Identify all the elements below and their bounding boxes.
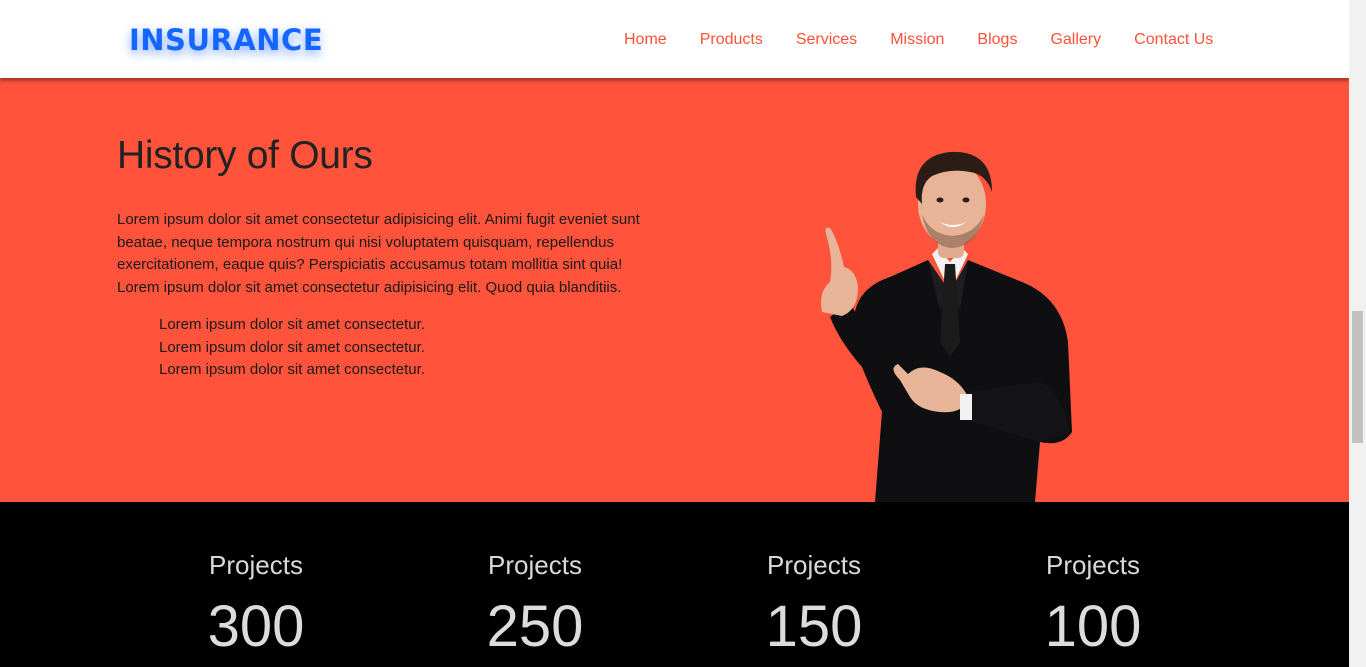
nav-link-services[interactable]: Services bbox=[796, 30, 857, 50]
brand-logo[interactable]: INSURANCE bbox=[129, 20, 323, 60]
history-list: Lorem ipsum dolor sit amet consectetur. … bbox=[159, 314, 425, 382]
stat-value: 250 bbox=[486, 594, 584, 659]
stat-value: 150 bbox=[765, 594, 863, 659]
stat-label: Projects bbox=[488, 550, 582, 580]
stat-label: Projects bbox=[209, 550, 303, 580]
businessman-image bbox=[821, 151, 1072, 502]
nav-link-products[interactable]: Products bbox=[700, 30, 763, 50]
history-paragraph: Lorem ipsum dolor sit amet consectetur a… bbox=[117, 211, 640, 296]
list-item: Lorem ipsum dolor sit amet consectetur. bbox=[159, 316, 425, 333]
nav-link-blogs[interactable]: Blogs bbox=[977, 30, 1017, 50]
page-scrollbar[interactable] bbox=[1349, 0, 1366, 667]
nav-link-gallery[interactable]: Gallery bbox=[1050, 30, 1101, 50]
stat-label: Projects bbox=[1046, 550, 1140, 580]
nav-link-contact-us[interactable]: Contact Us bbox=[1134, 30, 1213, 50]
section-title: History of Ours bbox=[117, 134, 373, 177]
stat-item: Projects 250 bbox=[415, 548, 655, 662]
stat-item: Projects 150 bbox=[694, 548, 934, 662]
stats-section: Projects 300 Projects 250 Projects 150 P… bbox=[0, 502, 1349, 667]
stat-item: Projects 100 bbox=[973, 548, 1213, 662]
history-section: History of Ours Lorem ipsum dolor sit am… bbox=[0, 78, 1349, 502]
list-item: Lorem ipsum dolor sit amet consectetur. bbox=[159, 361, 425, 378]
stat-label: Projects bbox=[767, 550, 861, 580]
nav-link-home[interactable]: Home bbox=[624, 30, 667, 50]
stat-value: 100 bbox=[1044, 594, 1142, 659]
stat-value: 300 bbox=[207, 594, 305, 659]
main-nav: Home Products Services Mission Blogs Gal… bbox=[624, 30, 1213, 50]
list-item: Lorem ipsum dolor sit amet consectetur. bbox=[159, 338, 425, 356]
scrollbar-thumb[interactable] bbox=[1352, 311, 1363, 443]
navbar: INSURANCE Home Products Services Mission… bbox=[0, 0, 1349, 78]
stat-item: Projects 300 bbox=[136, 548, 376, 662]
nav-link-mission[interactable]: Mission bbox=[890, 30, 944, 50]
page: INSURANCE Home Products Services Mission… bbox=[0, 0, 1349, 667]
